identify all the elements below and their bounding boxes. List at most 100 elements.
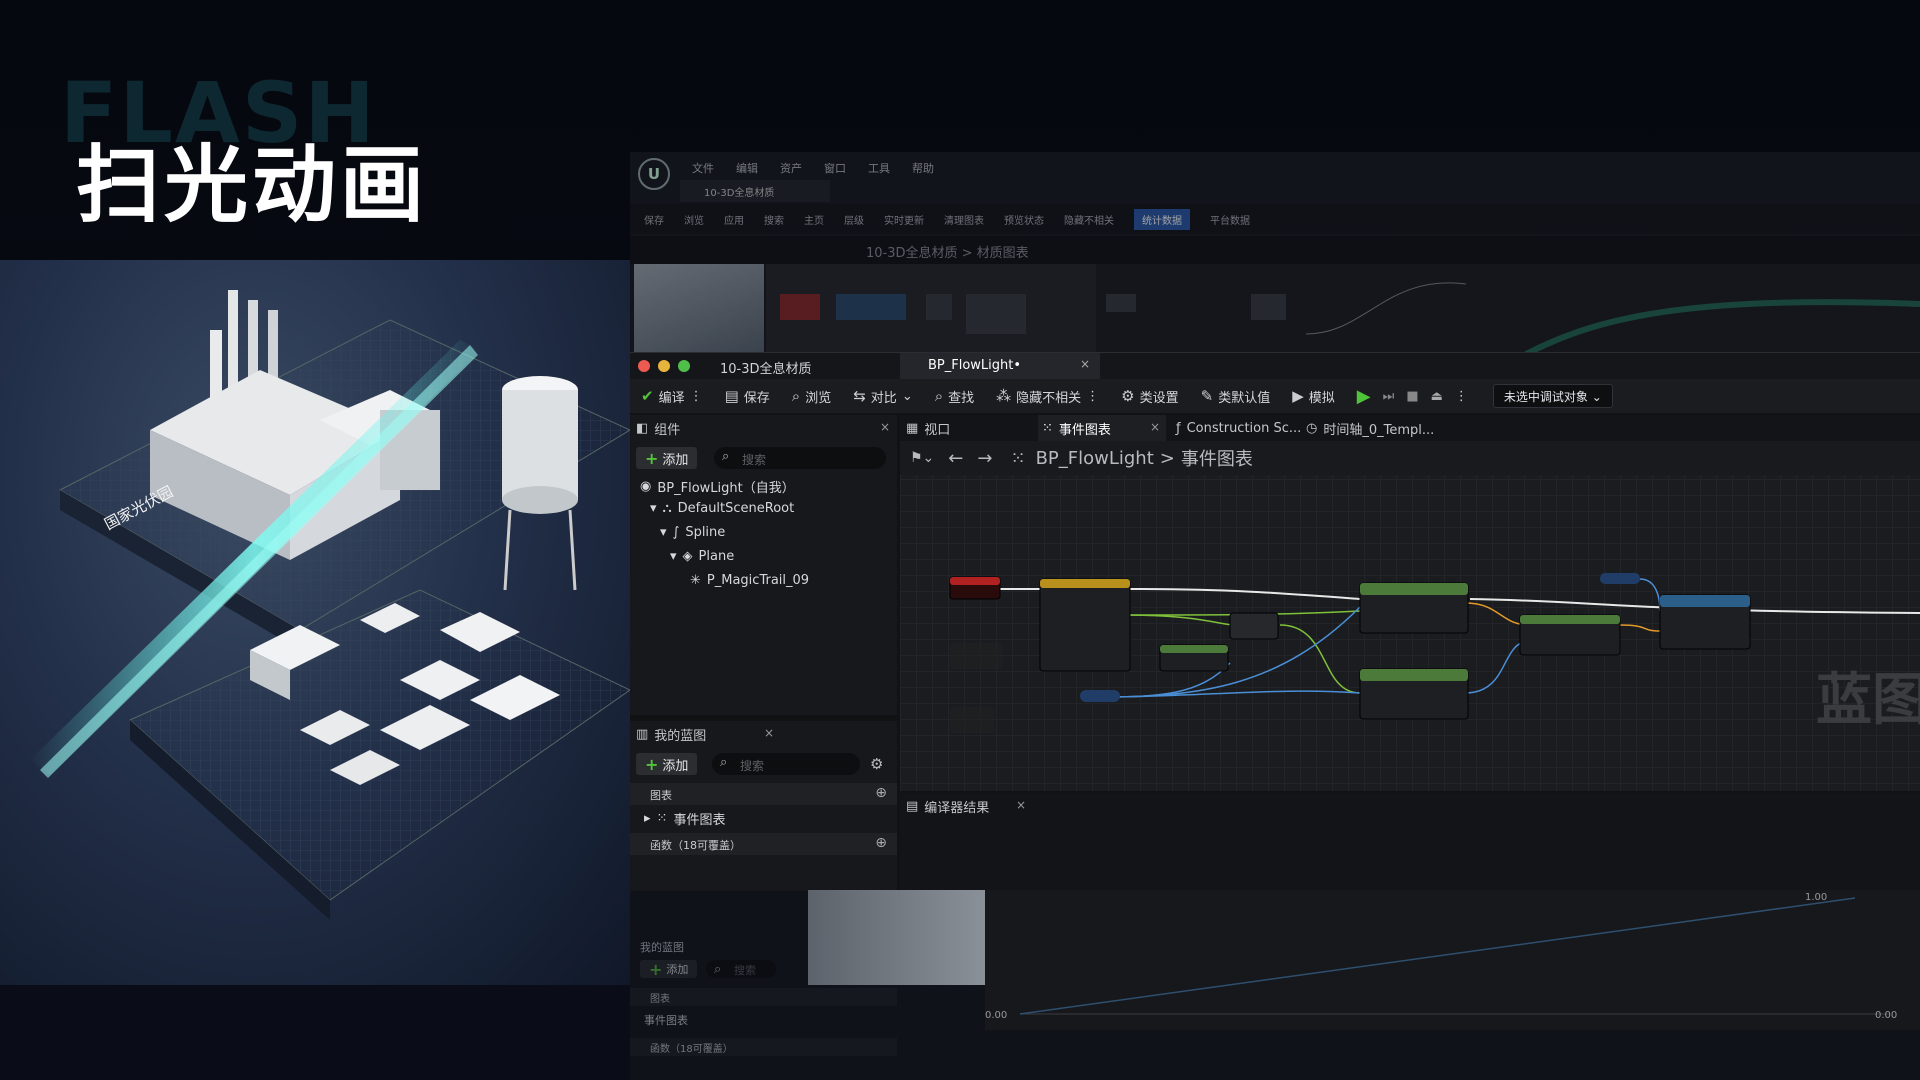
search-button[interactable]: 搜索 [764, 212, 784, 227]
minimize-window-button[interactable] [658, 360, 670, 372]
material-graph-canvas[interactable] [766, 264, 1920, 357]
event-graph-item[interactable]: ▸ ⁙ 事件图表 [644, 809, 725, 828]
search-icon: ⌕ [714, 962, 722, 977]
hierarchy-button[interactable]: 层级 [844, 212, 864, 227]
apply-button[interactable]: 应用 [724, 212, 744, 227]
plane-getter-node[interactable] [1600, 573, 1640, 584]
find-button[interactable]: ⌕ 查找 [924, 379, 985, 413]
class-settings-button[interactable]: ⚙ 类设置 [1110, 379, 1189, 413]
curve-value-top: 1.00 [1805, 892, 1828, 903]
tab-timeline[interactable]: ◷ 时间轴_0_Templ... [1306, 415, 1434, 441]
event-graph-canvas[interactable]: ▦ 视口 ⁙ 事件图表 × ƒ Construction Sc... ◷ 时间轴_0_T… [900, 415, 1920, 791]
tab-material[interactable]: 10-3D全息材质 [696, 353, 896, 379]
slide: { "slide": { "bg_word": "FLASH", "title"… [0, 0, 1920, 1080]
tree-item-plane[interactable]: ▾ ◈ Plane [670, 549, 734, 564]
tree-item-default-scene-root[interactable]: ▾ ⛬ DefaultSceneRoot [650, 501, 794, 516]
live-update-button[interactable]: 实时更新 [884, 212, 924, 227]
search-placeholder: 搜索 [742, 453, 767, 467]
tree-item-spline[interactable]: ▾ ∫ Spline [660, 525, 725, 540]
close-panel-icon[interactable]: × [880, 420, 890, 434]
tab-blueprint[interactable]: BP_FlowLight• × [900, 353, 1100, 379]
hide-unrelated-button[interactable]: ⁂ 隐藏不相关 ⋮ [985, 379, 1110, 413]
step-icon[interactable]: ⏭ [1383, 389, 1395, 404]
menu-tools[interactable]: 工具 [868, 160, 890, 176]
blueprint-editor-window: 10-3D全息材质 BP_FlowLight• × ✔ 编译 ⋮ ▤ 保存 ⌕ 浏览 ⇆… [630, 352, 1920, 891]
menu-help[interactable]: 帮助 [912, 160, 934, 176]
play-icon[interactable]: ▶ [1357, 386, 1371, 407]
more-options-icon[interactable]: ⋮ [1086, 389, 1099, 404]
tree-label: Spline [685, 525, 726, 540]
material-tab[interactable]: 10-3D全息材质 [680, 180, 830, 202]
add-circle-icon[interactable]: ⊕ [875, 785, 887, 801]
chevron-right-icon: ▸ [644, 811, 651, 826]
tree-item-self[interactable]: ◉ BP_FlowLight（自我） [640, 477, 795, 496]
tab-event-graph[interactable]: ⁙ 事件图表 [1038, 415, 1166, 441]
section-graphs[interactable]: 图表 ⊕ [630, 783, 897, 805]
diff-button[interactable]: ⇆ 对比 ⌄ [842, 379, 924, 413]
blueprint-node-graph[interactable] [900, 475, 1920, 791]
stop-icon[interactable]: ■ [1406, 389, 1418, 404]
timeline-curve-editor: 1.00 0.00 0.00 [985, 890, 1920, 1030]
spline-getter-node[interactable] [1080, 690, 1120, 702]
menu-window[interactable]: 窗口 [824, 160, 846, 176]
forward-arrow-icon[interactable]: → [977, 448, 992, 469]
close-panel-icon[interactable]: × [764, 726, 774, 740]
breadcrumb-root[interactable]: BP_FlowLight [1036, 448, 1154, 469]
save-button[interactable]: 保存 [644, 212, 664, 227]
add-component-button[interactable]: + 添加 [636, 447, 698, 469]
back-arrow-icon[interactable]: ← [948, 448, 963, 469]
simulate-button[interactable]: ▶ 模拟 [1281, 379, 1346, 413]
disabled-node[interactable] [950, 643, 1002, 669]
add-circle-icon[interactable]: ⊕ [875, 835, 887, 851]
tree-item-magic-trail[interactable]: ✳ P_MagicTrail_09 [690, 573, 809, 588]
save-label: 保存 [743, 390, 770, 406]
components-tab[interactable]: ◧ 组件 [636, 415, 680, 441]
tab-label: 事件图表 [1058, 422, 1111, 438]
bookmark-icon[interactable]: ⚑⌄ [910, 450, 934, 466]
component-search-input[interactable]: ⌕ 搜索 [714, 447, 886, 469]
class-defaults-button[interactable]: ✎ 类默认值 [1190, 379, 1282, 413]
tab-viewport[interactable]: ▦ 视口 [906, 415, 950, 441]
close-tab-icon[interactable]: × [1150, 420, 1160, 434]
plus-icon: + [645, 448, 659, 468]
blueprint-watermark: 蓝图 [1816, 668, 1920, 733]
menu-asset[interactable]: 资产 [780, 160, 802, 176]
save-button[interactable]: ▤ 保存 [714, 379, 781, 413]
spline-icon: ∫ [672, 525, 680, 540]
gear-icon[interactable]: ⚙ [870, 755, 883, 773]
timeline-node[interactable] [1039, 578, 1131, 672]
eject-icon[interactable]: ⏏ [1431, 389, 1443, 404]
diff-label: 对比 [870, 390, 897, 406]
tab-label: 视口 [924, 422, 951, 438]
disabled-node[interactable] [950, 707, 994, 733]
tab-construction-script[interactable]: ƒ Construction Sc... [1176, 415, 1301, 441]
pencil-icon: ✎ [1200, 387, 1214, 405]
platform-stats-button[interactable]: 平台数据 [1210, 212, 1250, 227]
multiply-node[interactable] [1229, 612, 1279, 640]
hide-unrelated-button[interactable]: 隐藏不相关 [1064, 212, 1114, 227]
close-tab-icon[interactable]: × [1080, 357, 1090, 371]
curve-value-left: 0.00 [985, 1010, 1008, 1021]
clean-graph-button[interactable]: 清理图表 [944, 212, 984, 227]
debug-object-dropdown[interactable]: 未选中调试对象 ⌄ [1492, 384, 1613, 408]
preview-state-button[interactable]: 预览状态 [1004, 212, 1044, 227]
close-window-button[interactable] [638, 360, 650, 372]
close-panel-icon[interactable]: × [1016, 798, 1026, 812]
home-button[interactable]: 主页 [804, 212, 824, 227]
debug-target-label: 未选中调试对象 [1503, 390, 1588, 404]
add-member-button[interactable]: + 添加 [636, 753, 698, 775]
my-blueprint-tab[interactable]: ▥ 我的蓝图 [636, 721, 706, 747]
member-search-input[interactable]: ⌕ 搜索 [712, 753, 860, 775]
section-functions[interactable]: 函数（18可覆盖） ⊕ [630, 833, 897, 855]
stats-button[interactable]: 统计数据 [1134, 208, 1190, 230]
compile-button[interactable]: ✔ 编译 ⋮ [630, 379, 714, 413]
faded-tab-label: 我的蓝图 [640, 941, 684, 954]
browse-button[interactable]: ⌕ 浏览 [781, 379, 842, 413]
more-options-icon[interactable]: ⋮ [1455, 389, 1468, 404]
maximize-window-button[interactable] [678, 360, 690, 372]
browse-button[interactable]: 浏览 [684, 212, 704, 227]
compiler-results-tab[interactable]: ▤ 编译器结果 [906, 793, 989, 819]
menu-edit[interactable]: 编辑 [736, 160, 758, 176]
more-options-icon[interactable]: ⋮ [690, 389, 703, 404]
menu-file[interactable]: 文件 [692, 160, 714, 176]
